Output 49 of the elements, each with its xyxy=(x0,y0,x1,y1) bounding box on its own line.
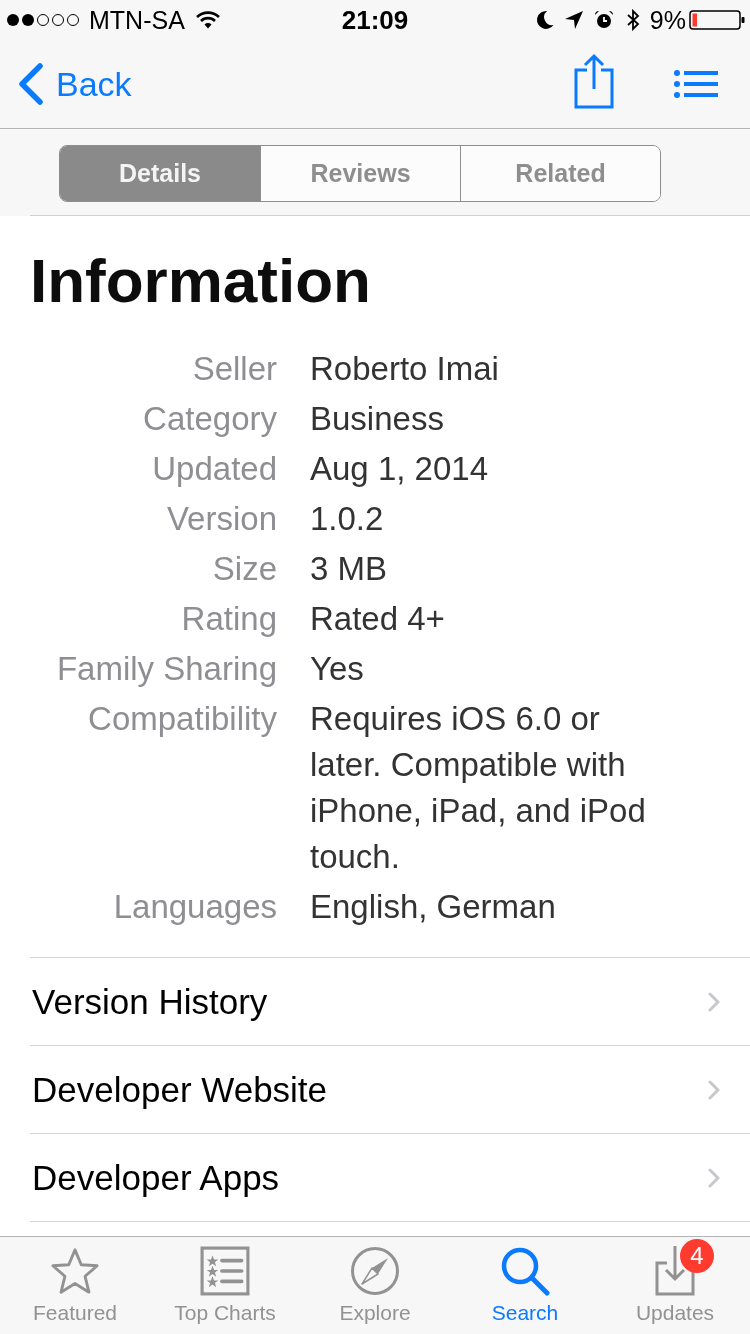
info-value: Business xyxy=(310,399,445,439)
ranked-list-icon xyxy=(200,1246,250,1296)
info-label: Category xyxy=(142,399,277,439)
info-label: Seller xyxy=(191,349,277,389)
info-value: Yes xyxy=(310,649,365,689)
list-icon[interactable] xyxy=(674,70,718,98)
back-chevron-icon xyxy=(18,63,44,105)
battery-percent: 9% xyxy=(649,5,686,35)
tab-bar-item[interactable]: Featured xyxy=(0,1237,150,1334)
segment-tab[interactable]: Related xyxy=(460,145,660,201)
wifi-icon xyxy=(195,11,220,29)
info-value: Requires iOS 6.0 or later. Compatible with iPhone, iPad, and iPod touch. xyxy=(310,699,647,877)
alarm-clock-icon xyxy=(593,10,614,30)
info-label: Size xyxy=(211,549,277,589)
tab-bar-item[interactable]: 4 Updates xyxy=(600,1237,750,1334)
info-label: Compatibility xyxy=(87,699,277,739)
share-icon[interactable] xyxy=(574,53,614,109)
tab-bar-item[interactable]: Explore xyxy=(300,1237,450,1334)
moon-icon xyxy=(535,10,554,30)
chevron-right-icon xyxy=(708,991,720,1012)
status-time: 21:09 xyxy=(341,4,409,36)
info-label: Rating xyxy=(180,599,277,639)
chevron-right-icon xyxy=(708,1079,720,1100)
bluetooth-icon xyxy=(625,9,640,31)
segment-tab[interactable]: Reviews xyxy=(260,145,460,201)
search-icon xyxy=(500,1246,550,1296)
tab-bar-item[interactable]: Search xyxy=(450,1237,600,1334)
chevron-right-icon xyxy=(708,1167,720,1188)
battery-icon xyxy=(689,10,745,30)
compass-icon xyxy=(350,1246,400,1296)
info-value: English, German xyxy=(310,887,557,927)
info-value: Roberto Imai xyxy=(310,349,500,389)
info-label: Updated xyxy=(151,449,277,489)
info-label: Version xyxy=(165,499,277,539)
carrier-name: MTN-SA xyxy=(89,5,185,35)
info-value: Rated 4+ xyxy=(310,599,446,639)
info-value: 1.0.2 xyxy=(310,499,385,539)
info-label: Family Sharing xyxy=(55,649,277,689)
segment-tab[interactable]: Details xyxy=(60,145,260,201)
tab-bar-item[interactable]: Top Charts xyxy=(150,1237,300,1334)
signal-dots-icon xyxy=(6,13,82,27)
info-label: Languages xyxy=(112,887,277,927)
info-value: Aug 1, 2014 xyxy=(310,449,489,489)
star-icon xyxy=(50,1246,100,1296)
back-button[interactable]: Back xyxy=(18,63,132,105)
section-title: Information xyxy=(30,245,372,317)
location-arrow-icon xyxy=(563,10,584,30)
info-value: 3 MB xyxy=(310,549,389,589)
notification-badge: 4 xyxy=(680,1239,714,1273)
